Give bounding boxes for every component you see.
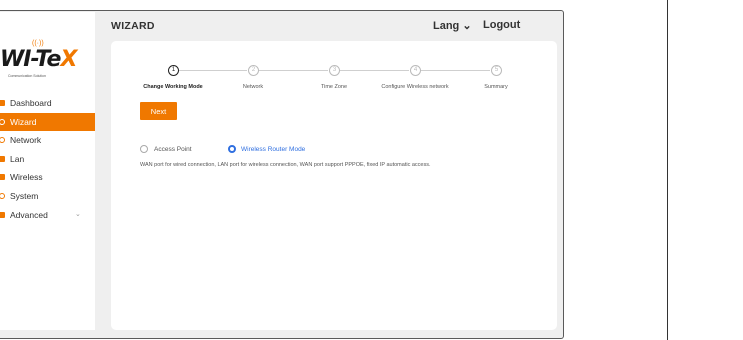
sidebar-item-label: Wizard (10, 116, 37, 127)
sidebar-item-wizard[interactable]: Wizard (0, 112, 95, 132)
step-5-label: Summary (484, 84, 508, 90)
system-icon (0, 192, 5, 199)
step-1-marker: 1 (168, 65, 179, 76)
step-connector (179, 70, 247, 71)
sidebar-item-label: System (10, 190, 39, 201)
network-icon (0, 137, 5, 144)
sidebar-item-system[interactable]: System (0, 187, 95, 206)
logo-tagline: Communication Solution (8, 74, 46, 78)
wireless-router-mode-radio[interactable] (228, 145, 236, 153)
sidebar-item-label: Dashboard (10, 98, 52, 108)
sidebar-item-label: Network (10, 135, 42, 146)
sidebar-item-label: Advanced (10, 209, 48, 220)
page-title: WIZARD (111, 20, 155, 32)
sidebar-item-lan[interactable]: Lan (0, 150, 95, 169)
wizard-panel: 1 2 3 4 5 Change Working Mode Network Ti… (111, 41, 557, 330)
step-connector (259, 70, 328, 71)
dashboard-icon (0, 100, 5, 106)
step-connector (421, 70, 490, 71)
wizard-stepper: 1 2 3 4 5 Change Working Mode Network Ti… (133, 65, 523, 95)
step-2-marker: 2 (248, 65, 259, 76)
step-3-marker: 3 (329, 65, 340, 76)
header: WIZARD Lang ⌄ Logout (111, 12, 556, 38)
access-point-radio[interactable] (140, 145, 148, 153)
sidebar-nav: Dashboard Wizard Network Lan Wireless Sy… (0, 94, 95, 224)
mode-description: WAN port for wired connection, LAN port … (140, 162, 431, 168)
step-2-label: Network (242, 84, 264, 90)
step-4-label: Configure Wireless network (381, 84, 449, 90)
lang-menu[interactable]: Lang ⌄ (433, 19, 472, 32)
next-button[interactable]: Next (140, 102, 177, 120)
chevron-down-icon: ⌄ (75, 210, 81, 218)
chevron-down-icon: ⌄ (462, 20, 472, 32)
divider (667, 0, 668, 340)
step-connector (340, 70, 409, 71)
wizard-icon (0, 118, 5, 125)
lan-icon (0, 155, 5, 162)
brand-logo: ((·)) WI-TeX Communication Solution (0, 40, 77, 78)
access-point-label[interactable]: Access Point (154, 145, 192, 154)
sidebar-item-advanced[interactable]: Advanced ⌄ (0, 206, 95, 225)
sidebar-item-label: Lan (10, 153, 25, 164)
step-1-label: Change Working Mode (143, 84, 203, 90)
logout-link[interactable]: Logout (483, 19, 520, 31)
wireless-router-mode-label[interactable]: Wireless Router Mode (241, 145, 305, 154)
step-5-marker: 5 (491, 65, 502, 76)
working-mode-options: Access Point Wireless Router Mode (140, 144, 440, 156)
wireless-icon (0, 174, 5, 181)
sidebar-item-label: Wireless (10, 172, 43, 183)
sidebar-item-dashboard[interactable]: Dashboard (0, 94, 95, 113)
step-4-marker: 4 (410, 65, 421, 76)
sidebar-item-wireless[interactable]: Wireless (0, 168, 95, 187)
sidebar-item-network[interactable]: Network (0, 131, 95, 150)
signal-icon: ((·)) (32, 40, 44, 47)
advanced-icon (0, 211, 5, 218)
sidebar: ((·)) WI-TeX Communication Solution Dash… (0, 12, 95, 330)
step-3-label: Time Zone (320, 84, 348, 90)
